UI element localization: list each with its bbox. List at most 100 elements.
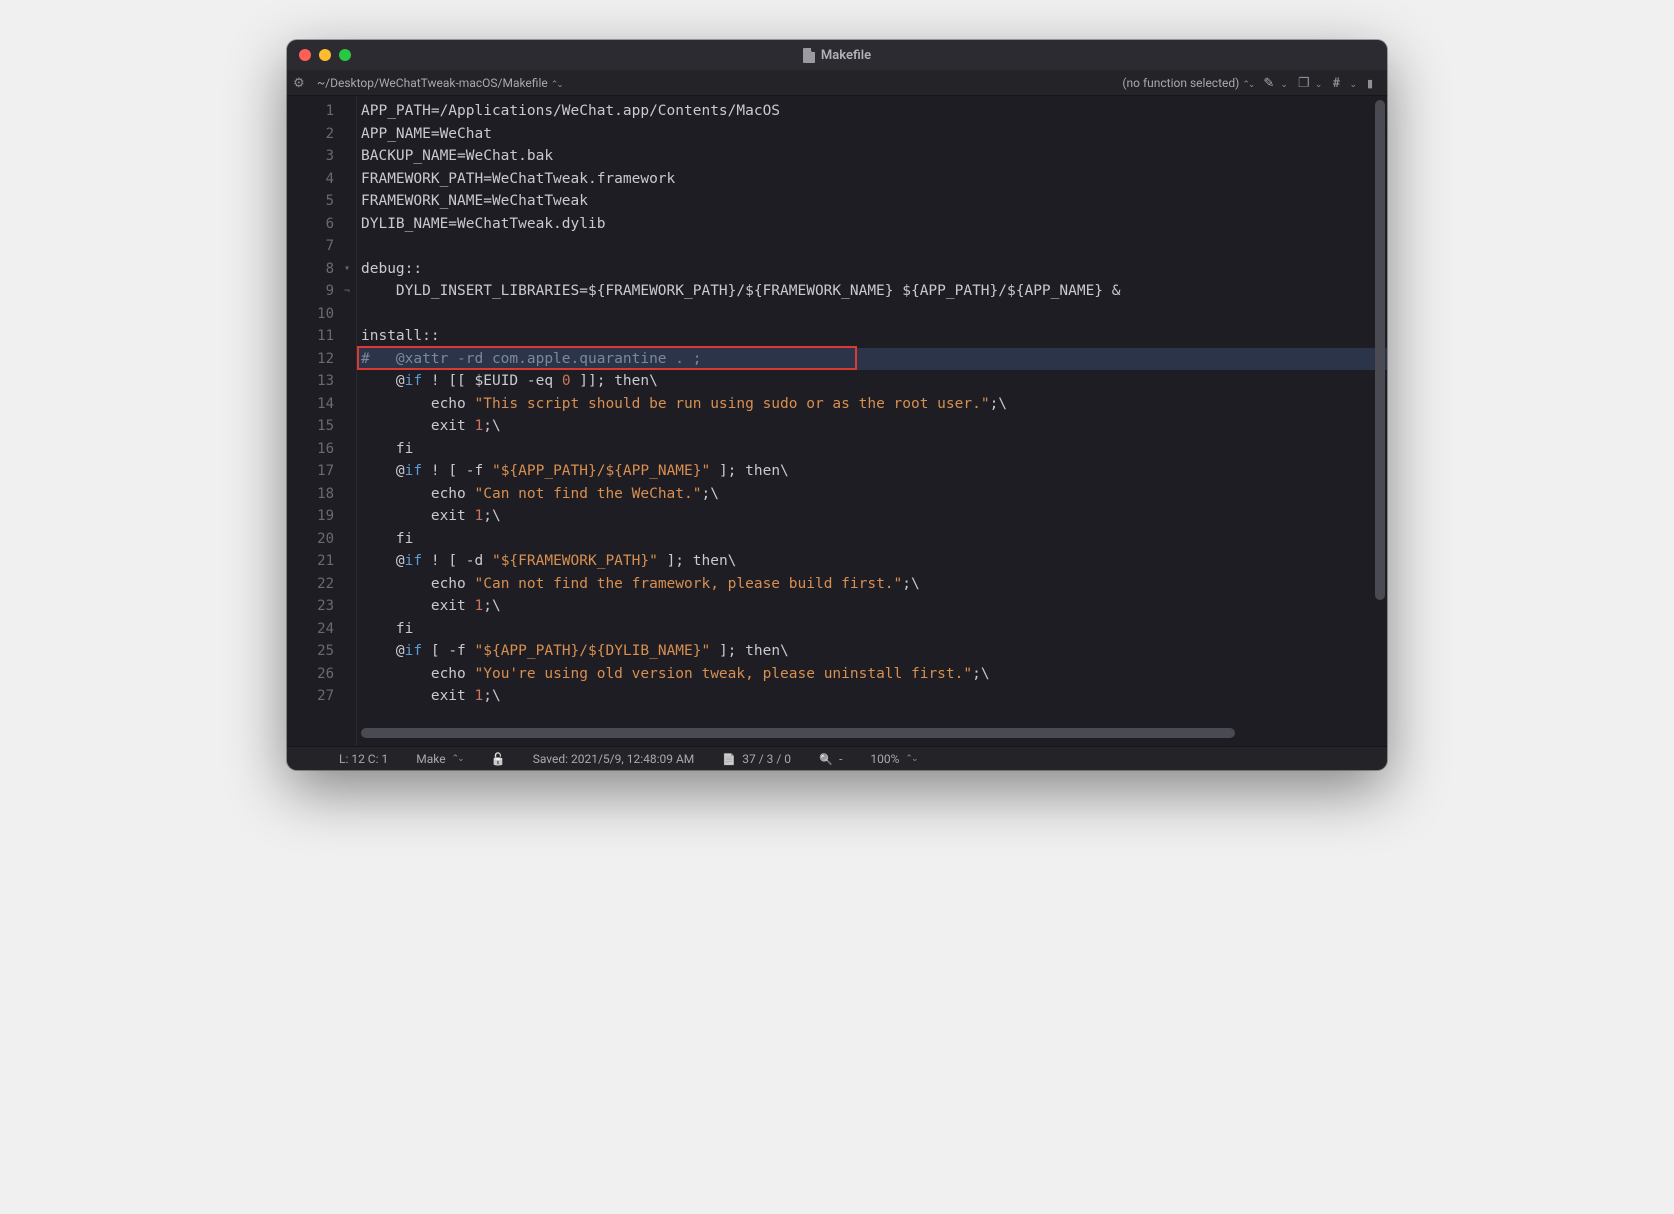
updown-icon: ⌃⌄ <box>551 80 562 90</box>
line-number[interactable]: 27 <box>287 685 356 708</box>
code-line[interactable]: FRAMEWORK_NAME=WeChatTweak <box>357 190 1387 213</box>
minimize-button[interactable] <box>319 49 331 61</box>
file-path-selector[interactable]: ~/Desktop/WeChatTweak-macOS/Makefile ⌃⌄ <box>317 76 562 90</box>
zoom-button[interactable] <box>339 49 351 61</box>
line-number[interactable]: 17 <box>287 460 356 483</box>
search-status[interactable]: - <box>819 752 842 766</box>
horizontal-scrollbar-thumb[interactable] <box>361 728 1235 738</box>
document-icon <box>803 48 815 63</box>
pencil-icon <box>1263 76 1277 90</box>
hash-menu[interactable]: ⌄ <box>1332 76 1357 90</box>
line-number[interactable]: 21 <box>287 550 356 573</box>
line-number[interactable]: 16 <box>287 438 356 461</box>
code-line[interactable]: echo "You're using old version tweak, pl… <box>357 663 1387 686</box>
saved-status: Saved: 2021/5/9, 12:48:09 AM <box>533 752 695 766</box>
code-line[interactable]: exit 1;\ <box>357 685 1387 708</box>
status-bar: L: 12 C: 1 Make ⌃⌄ Saved: 2021/5/9, 12:4… <box>287 746 1387 770</box>
updown-icon: ⌃⌄ <box>905 754 916 764</box>
horizontal-scrollbar-track[interactable] <box>357 726 1373 740</box>
line-number[interactable]: 5 <box>287 190 356 213</box>
line-number[interactable]: 22 <box>287 573 356 596</box>
cursor-position[interactable]: L: 12 C: 1 <box>339 752 388 766</box>
line-number-gutter: 1234567891011121314151617181920212223242… <box>287 96 357 746</box>
line-number[interactable]: 3 <box>287 145 356 168</box>
line-number[interactable]: 12 <box>287 348 356 371</box>
editor-area: 1234567891011121314151617181920212223242… <box>287 96 1387 746</box>
chevron-down-icon: ⌄ <box>1315 80 1323 90</box>
updown-icon: ⌃⌄ <box>1242 80 1253 90</box>
code-line[interactable]: exit 1;\ <box>357 595 1387 618</box>
zoom-value: 100% <box>870 752 899 766</box>
unlock-icon <box>491 752 505 766</box>
search-icon <box>819 752 833 766</box>
line-number[interactable]: 23 <box>287 595 356 618</box>
file-path: ~/Desktop/WeChatTweak-macOS/Makefile <box>317 76 548 90</box>
line-number[interactable]: 11 <box>287 325 356 348</box>
updown-icon: ⌃⌄ <box>452 754 463 764</box>
line-number[interactable]: 15 <box>287 415 356 438</box>
line-number[interactable]: 13 <box>287 370 356 393</box>
line-number[interactable]: 9 <box>287 280 356 303</box>
code-line[interactable]: @if [ -f "${APP_PATH}/${DYLIB_NAME}" ]; … <box>357 640 1387 663</box>
line-number[interactable]: 1 <box>287 100 356 123</box>
code-line[interactable]: echo "This script should be run using su… <box>357 393 1387 416</box>
editor-window: Makefile ~/Desktop/WeChatTweak-macOS/Mak… <box>287 40 1387 770</box>
vertical-scrollbar-track[interactable] <box>1373 96 1387 718</box>
line-number[interactable]: 6 <box>287 213 356 236</box>
line-number[interactable]: 18 <box>287 483 356 506</box>
line-number[interactable]: 2 <box>287 123 356 146</box>
titlebar: Makefile <box>287 40 1387 70</box>
lock-status[interactable] <box>491 752 505 766</box>
code-line[interactable]: FRAMEWORK_PATH=WeChatTweak.framework <box>357 168 1387 191</box>
code-line[interactable]: APP_PATH=/Applications/WeChat.app/Conten… <box>357 100 1387 123</box>
language-label: Make <box>416 752 445 766</box>
code-content[interactable]: APP_PATH=/Applications/WeChat.app/Conten… <box>357 96 1387 746</box>
code-line[interactable] <box>357 303 1387 326</box>
line-number[interactable]: 14 <box>287 393 356 416</box>
line-number[interactable]: 4 <box>287 168 356 191</box>
code-line[interactable]: APP_NAME=WeChat <box>357 123 1387 146</box>
code-line[interactable]: fi <box>357 528 1387 551</box>
code-line[interactable]: exit 1;\ <box>357 415 1387 438</box>
traffic-lights <box>299 49 351 61</box>
code-line[interactable]: fi <box>357 618 1387 641</box>
code-line[interactable]: BACKUP_NAME=WeChat.bak <box>357 145 1387 168</box>
copy-menu[interactable]: ⌄ <box>1298 76 1323 90</box>
code-line[interactable]: DYLD_INSERT_LIBRARIES=${FRAMEWORK_PATH}/… <box>357 280 1387 303</box>
code-line[interactable]: DYLIB_NAME=WeChatTweak.dylib <box>357 213 1387 236</box>
line-number[interactable]: 20 <box>287 528 356 551</box>
code-line[interactable]: @if ! [ -f "${APP_PATH}/${APP_NAME}" ]; … <box>357 460 1387 483</box>
line-number[interactable]: 7 <box>287 235 356 258</box>
function-selector[interactable]: (no function selected) ⌃⌄ <box>1122 76 1253 90</box>
language-selector[interactable]: Make ⌃⌄ <box>416 752 462 766</box>
code-line[interactable]: exit 1;\ <box>357 505 1387 528</box>
line-number[interactable]: 24 <box>287 618 356 641</box>
document-icon <box>722 752 736 766</box>
file-icon[interactable] <box>1367 76 1381 90</box>
code-line[interactable]: fi <box>357 438 1387 461</box>
line-number[interactable]: 26 <box>287 663 356 686</box>
code-line[interactable]: install:: <box>357 325 1387 348</box>
path-bar: ~/Desktop/WeChatTweak-macOS/Makefile ⌃⌄ … <box>287 70 1387 96</box>
code-line[interactable] <box>357 235 1387 258</box>
code-line[interactable]: # @xattr -rd com.apple.quarantine . ; <box>357 348 1387 371</box>
close-button[interactable] <box>299 49 311 61</box>
line-number[interactable]: 19 <box>287 505 356 528</box>
hash-icon <box>1332 76 1346 90</box>
zoom-selector[interactable]: 100% ⌃⌄ <box>870 752 916 766</box>
doc-stats[interactable]: 37 / 3 / 0 <box>722 752 791 766</box>
vertical-scrollbar-thumb[interactable] <box>1375 100 1385 600</box>
code-line[interactable]: echo "Can not find the WeChat.";\ <box>357 483 1387 506</box>
gear-icon[interactable] <box>293 76 307 90</box>
code-line[interactable]: echo "Can not find the framework, please… <box>357 573 1387 596</box>
doc-stats-value: 37 / 3 / 0 <box>742 752 791 766</box>
line-number[interactable]: 10 <box>287 303 356 326</box>
marker-menu[interactable]: ⌄ <box>1263 76 1288 90</box>
chevron-down-icon: ⌄ <box>1349 80 1357 90</box>
code-line[interactable]: @if ! [[ $EUID -eq 0 ]]; then\ <box>357 370 1387 393</box>
chevron-down-icon: ⌄ <box>1280 80 1288 90</box>
line-number[interactable]: 8 <box>287 258 356 281</box>
code-line[interactable]: debug:: <box>357 258 1387 281</box>
line-number[interactable]: 25 <box>287 640 356 663</box>
code-line[interactable]: @if ! [ -d "${FRAMEWORK_PATH}" ]; then\ <box>357 550 1387 573</box>
